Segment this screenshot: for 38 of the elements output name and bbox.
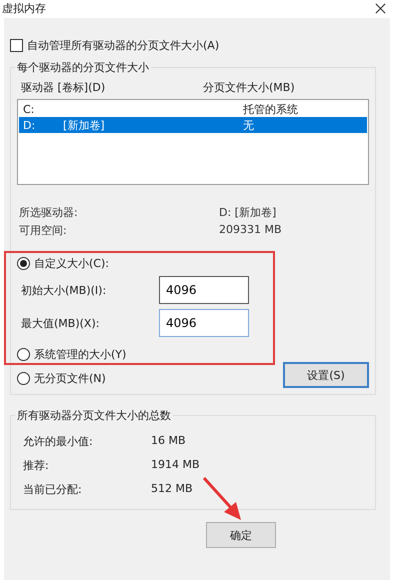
total-label: 允许的最小值: [23, 434, 94, 449]
close-icon[interactable] [375, 2, 386, 14]
drive-row[interactable]: D: [新加卷] 无 [19, 117, 367, 133]
radio-label: 自定义大小(C): [34, 256, 109, 271]
checkbox-label: 自动管理所有驱动器的分页文件大小(A) [27, 38, 220, 53]
total-label: 当前已分配: [23, 482, 83, 497]
drive-letter: D: [23, 118, 36, 132]
window-title: 虚拟内存 [2, 2, 46, 14]
page-file-size: 无 [243, 118, 255, 132]
group-title: 每个驱动器的分页文件大小 [15, 60, 151, 75]
drive-row[interactable]: C: 托管的系统 [19, 101, 367, 117]
checkbox[interactable] [10, 39, 23, 52]
page-file-size: 托管的系统 [243, 102, 299, 116]
set-button[interactable]: 设置(S) [283, 362, 369, 388]
drive-letter: C: [23, 102, 36, 116]
radio-label: 系统管理的大小(Y) [34, 347, 126, 362]
info-value: 209331 MB [219, 223, 283, 238]
column-header: 分页文件大小(MB) [203, 80, 296, 95]
total-value: 16 MB [151, 434, 187, 449]
size-field[interactable]: 4096 [159, 309, 249, 337]
field-label: 初始大小(MB)(I): [21, 282, 108, 298]
size-field[interactable]: 4096 [159, 276, 249, 304]
total-value: 512 MB [151, 482, 194, 497]
radio-button[interactable] [17, 372, 30, 384]
radio-button[interactable] [17, 257, 30, 270]
info-label: 所选驱动器: [19, 205, 79, 220]
info-value: D: [新加卷] [219, 205, 278, 220]
annotation-arrow [202, 476, 242, 521]
ok-button[interactable]: 确定 [206, 522, 276, 548]
radio-button[interactable] [17, 348, 30, 361]
volume-label: [新加卷] [63, 118, 106, 132]
radio-label: 无分页文件(N) [34, 370, 106, 386]
total-value: 1914 MB [151, 458, 201, 473]
column-header: 驱动器 [卷标](D) [21, 80, 106, 95]
total-label: 推荐: [23, 458, 50, 473]
field-label: 最大值(MB)(X): [21, 316, 100, 330]
info-label: 可用空间: [19, 223, 68, 238]
group-title: 所有驱动器分页文件大小的总数 [15, 408, 173, 423]
